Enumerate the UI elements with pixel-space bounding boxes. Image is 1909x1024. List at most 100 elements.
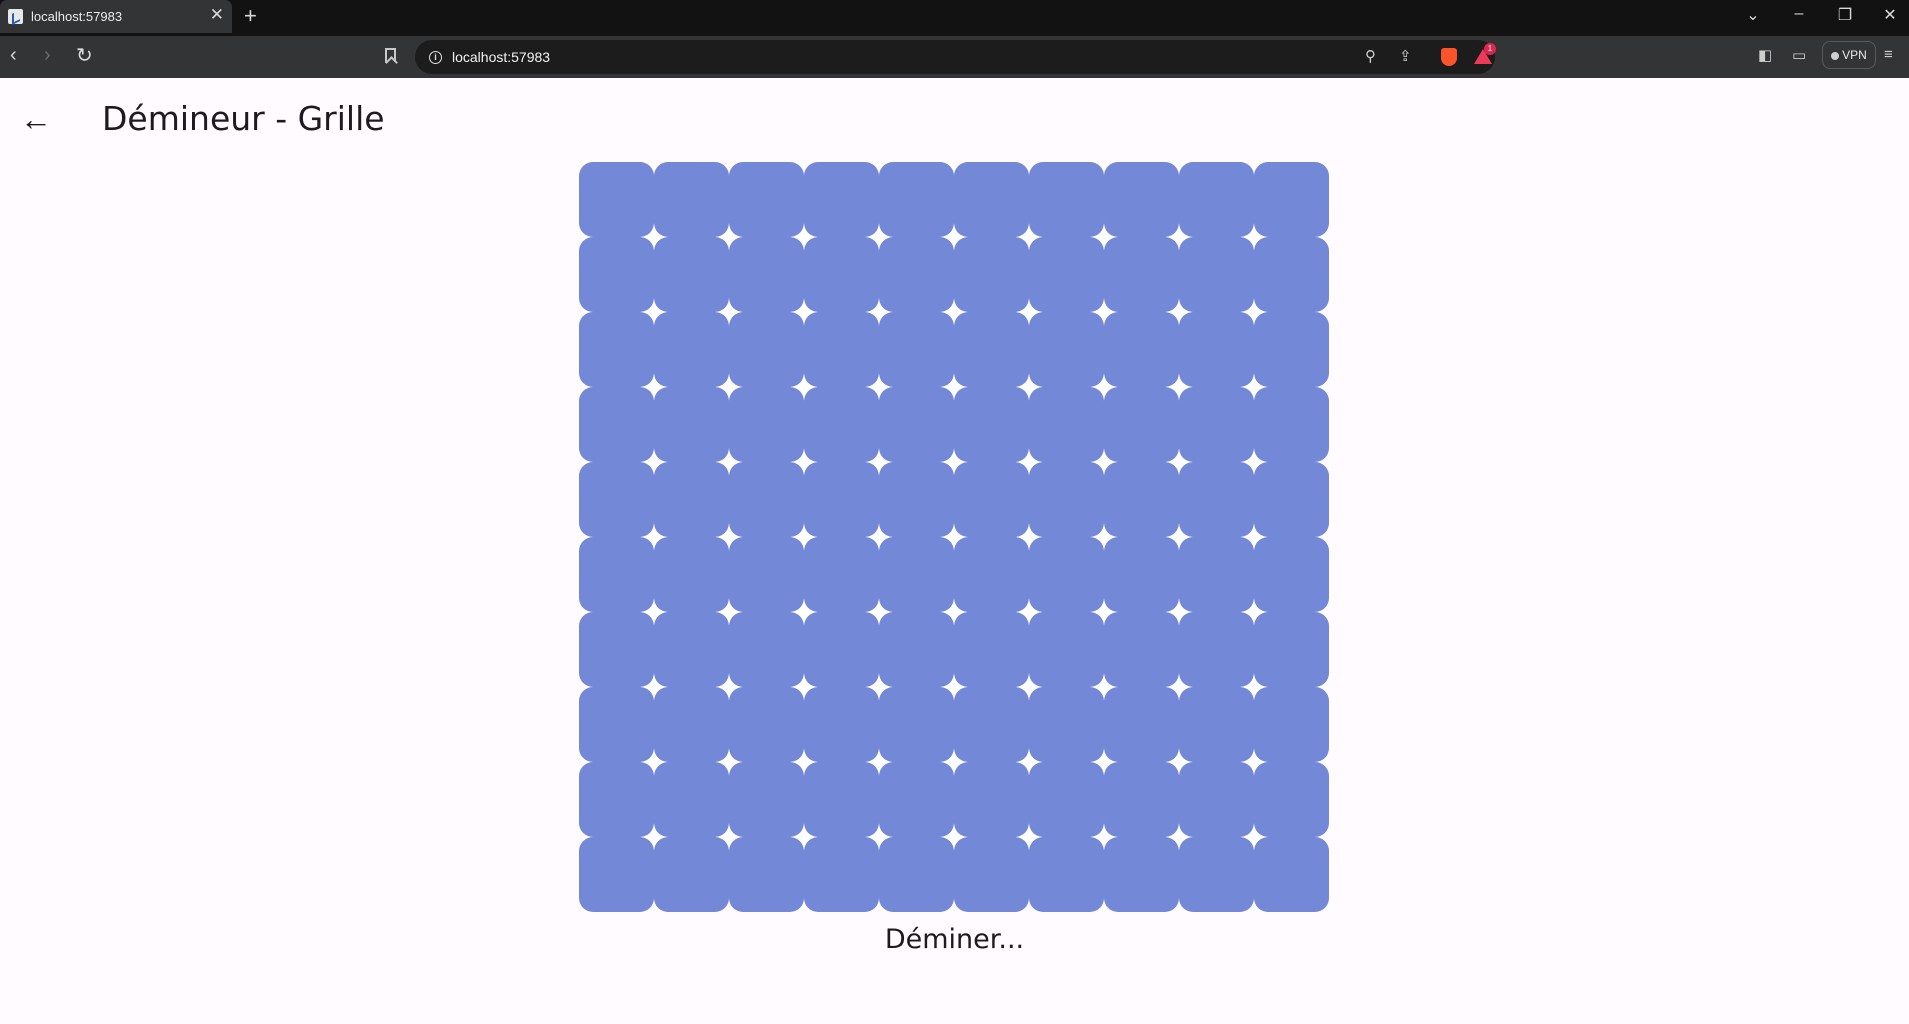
sparkle-icon [791, 449, 817, 475]
sparkle-icon [941, 224, 967, 250]
sparkle-icon [641, 824, 667, 850]
browser-tab[interactable]: localhost:57983 ✕ [0, 0, 232, 33]
sparkle-icon [1166, 524, 1192, 550]
sparkle-icon [716, 824, 742, 850]
sparkle-icon [941, 374, 967, 400]
forward-nav-icon[interactable]: › [44, 44, 51, 67]
rewards-badge: 1 [1484, 43, 1496, 55]
sparkle-icon [716, 224, 742, 250]
menu-icon[interactable]: ≡ [1884, 46, 1893, 63]
sparkle-icon [716, 524, 742, 550]
wallet-icon[interactable]: ▭ [1792, 46, 1806, 64]
sparkle-icon [641, 599, 667, 625]
sparkle-icon [1166, 674, 1192, 700]
sparkle-icon [866, 449, 892, 475]
minimize-icon[interactable]: – [1784, 5, 1814, 23]
sidebar-icon[interactable]: ◧ [1758, 46, 1772, 64]
browser-toolbar: ‹ › ↻ i localhost:57983 ⚲ ⇪ 1 ◧ ▭ VPN ≡ [0, 36, 1909, 78]
sparkle-icon [791, 674, 817, 700]
sparkle-icon [1016, 524, 1042, 550]
sparkle-icon [941, 599, 967, 625]
sparkle-icon [1091, 749, 1117, 775]
sparkle-icon [1241, 599, 1267, 625]
reload-icon[interactable]: ↻ [76, 43, 93, 68]
sparkle-icon [1241, 224, 1267, 250]
sparkle-icon [1241, 449, 1267, 475]
sparkle-icon [716, 449, 742, 475]
sparkle-icon [791, 374, 817, 400]
sparkle-icon [641, 674, 667, 700]
restore-icon[interactable]: ❐ [1830, 5, 1860, 25]
sparkle-icon [1166, 374, 1192, 400]
sparkle-icon [1016, 599, 1042, 625]
url-text[interactable]: localhost:57983 [452, 49, 550, 65]
browser-tabstrip: localhost:57983 ✕ + ⌄ – ❐ ✕ [0, 0, 1909, 36]
sparkle-icon [791, 524, 817, 550]
share-icon[interactable]: ⇪ [1399, 47, 1412, 65]
sparkle-icon [941, 299, 967, 325]
brave-shields-icon[interactable] [1441, 48, 1457, 66]
sparkle-icon [866, 524, 892, 550]
sparkle-icon [1166, 449, 1192, 475]
new-tab-icon[interactable]: + [244, 3, 257, 29]
sparkle-icon [716, 749, 742, 775]
tab-title: localhost:57983 [31, 9, 123, 24]
sparkle-icon [716, 374, 742, 400]
sparkle-icon [866, 674, 892, 700]
sparkle-icon [1091, 224, 1117, 250]
sparkle-icon [641, 374, 667, 400]
bookmark-icon[interactable] [385, 48, 396, 63]
sparkle-icon [641, 749, 667, 775]
sparkle-icon [941, 674, 967, 700]
sparkle-icon [1241, 824, 1267, 850]
back-button[interactable]: ← [18, 101, 54, 137]
sparkle-icon [641, 299, 667, 325]
sparkle-icon [941, 824, 967, 850]
sparkle-icon [791, 224, 817, 250]
sparkle-icon [791, 599, 817, 625]
sparkle-icon [1091, 524, 1117, 550]
page-title: Démineur - Grille [102, 99, 385, 138]
site-info-icon[interactable]: i [429, 51, 442, 64]
flutter-favicon-icon [8, 9, 23, 24]
sparkle-icon [791, 299, 817, 325]
sparkle-icon [1091, 374, 1117, 400]
game-status-text: Déminer... [884, 924, 1025, 955]
vpn-status-icon [1831, 52, 1840, 60]
sparkle-icon [1166, 824, 1192, 850]
sparkle-icon [716, 674, 742, 700]
tab-search-chevron-icon[interactable]: ⌄ [1738, 5, 1768, 25]
sparkle-icon [1016, 449, 1042, 475]
sparkle-icon [941, 749, 967, 775]
sparkle-icon [641, 524, 667, 550]
sparkle-icon [1241, 749, 1267, 775]
sparkle-icon [1241, 374, 1267, 400]
sparkle-icon [1166, 599, 1192, 625]
sparkle-icon [1016, 374, 1042, 400]
sparkle-icon [1091, 674, 1117, 700]
window-close-icon[interactable]: ✕ [1875, 5, 1905, 25]
sparkle-icon [1241, 524, 1267, 550]
sparkle-icon [866, 224, 892, 250]
zoom-icon[interactable]: ⚲ [1365, 47, 1376, 65]
sparkle-icon [1091, 449, 1117, 475]
sparkle-icon [1016, 224, 1042, 250]
vpn-button[interactable]: VPN [1822, 41, 1876, 69]
sparkle-icon [1016, 674, 1042, 700]
sparkle-icon [716, 299, 742, 325]
sparkle-icon [1016, 824, 1042, 850]
minesweeper-grid [579, 162, 1329, 912]
back-nav-icon[interactable]: ‹ [10, 44, 17, 67]
sparkle-icon [866, 599, 892, 625]
sparkle-icon [941, 524, 967, 550]
sparkle-icon [1016, 749, 1042, 775]
sparkle-icon [866, 299, 892, 325]
sparkle-icon [791, 749, 817, 775]
sparkle-icon [1091, 599, 1117, 625]
sparkle-icon [1166, 749, 1192, 775]
tab-close-icon[interactable]: ✕ [210, 5, 224, 25]
address-bar[interactable]: i localhost:57983 ⚲ ⇪ 1 [415, 40, 1496, 74]
sparkle-icon [791, 824, 817, 850]
sparkle-icon [866, 749, 892, 775]
sparkle-icon [641, 449, 667, 475]
